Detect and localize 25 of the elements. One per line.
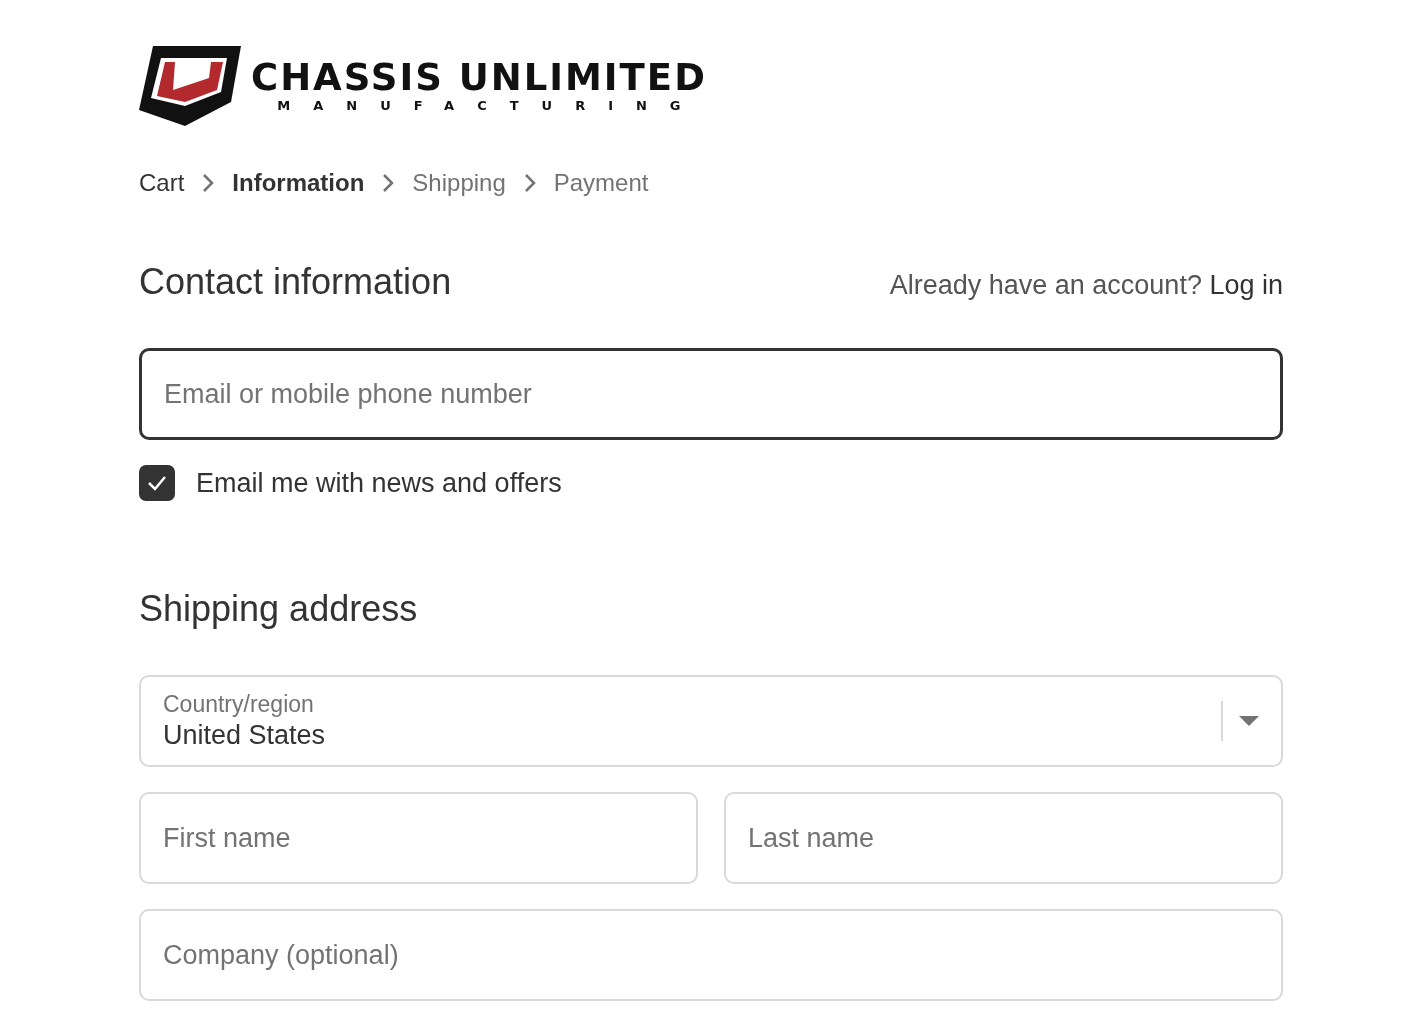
breadcrumb-item: Shipping	[412, 169, 506, 197]
company-field[interactable]: Company (optional)	[139, 909, 1283, 1001]
field-label: Country/region	[163, 691, 315, 718]
brand-name: CHASSIS UNLIMITED	[251, 57, 707, 98]
section-heading: Shipping address	[139, 587, 419, 631]
chevron-icon	[523, 173, 536, 193]
section-heading: Contact information	[139, 260, 452, 304]
breadcrumb-item: Payment	[553, 169, 649, 197]
login-prompt: Already have an account? Log in	[889, 269, 1283, 301]
last-name-field[interactable]: Last name	[724, 792, 1283, 884]
first-name-field[interactable]: First name	[139, 792, 698, 884]
chevron-icon	[382, 173, 395, 193]
field-value: United States	[163, 720, 327, 751]
breadcrumb-item[interactable]: Cart	[139, 169, 185, 197]
country-select[interactable]: Country/region United States	[139, 675, 1283, 767]
brand-tagline: MANUFACTURING	[277, 97, 704, 113]
logo-icon	[139, 44, 241, 126]
newsletter-checkbox[interactable]	[139, 465, 175, 501]
dropdown-caret-icon	[1239, 716, 1259, 726]
checkbox-label: Email me with news and offers	[196, 467, 562, 499]
checkmark-icon	[147, 475, 167, 491]
email-field[interactable]: Email or mobile phone number	[139, 348, 1283, 440]
breadcrumb-item: Information	[232, 169, 365, 197]
login-link[interactable]: Log in	[1209, 269, 1283, 300]
chevron-icon	[202, 173, 215, 193]
